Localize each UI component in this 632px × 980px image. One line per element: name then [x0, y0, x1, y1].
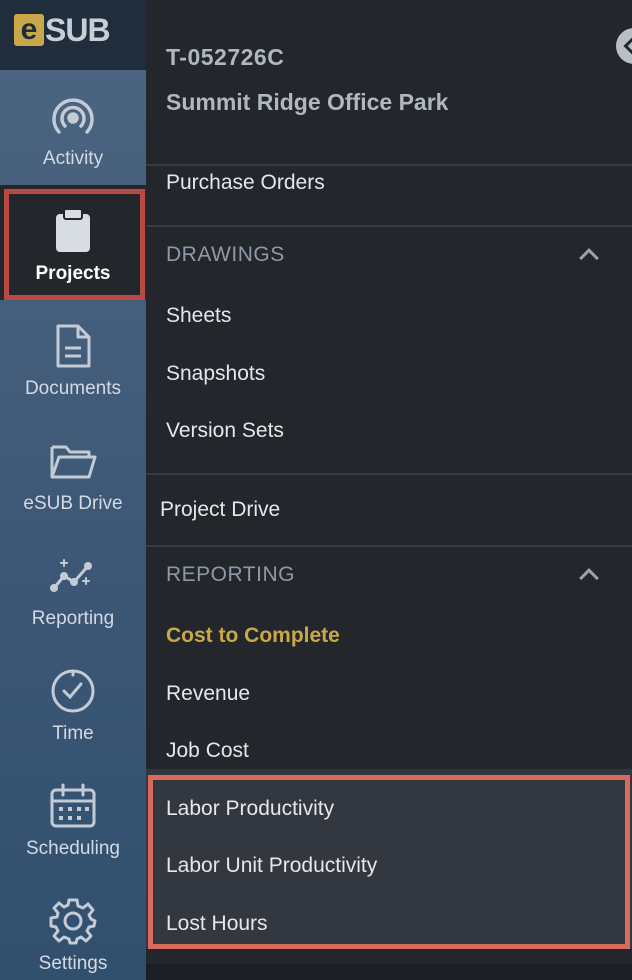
nav-item-esub-drive[interactable]: eSUB Drive — [0, 415, 146, 530]
menu-link-cost-to-complete[interactable]: Cost to Complete — [166, 624, 340, 648]
project-name: Summit Ridge Office Park — [166, 89, 449, 115]
nav-item-time[interactable]: Time — [0, 645, 146, 760]
nav-label-scheduling: Scheduling — [25, 838, 121, 859]
divider — [146, 225, 632, 227]
clipboard-icon — [49, 207, 97, 255]
calendar-icon — [49, 782, 97, 830]
gear-icon — [49, 897, 97, 945]
labor-reports-group: Labor Productivity Labor Unit Productivi… — [146, 769, 632, 949]
menu-link-purchase-orders[interactable]: Purchase Orders — [166, 171, 325, 195]
divider — [146, 545, 632, 547]
section-heading-reporting[interactable]: REPORTING — [166, 563, 295, 587]
menu-link-revenue[interactable]: Revenue — [166, 682, 250, 706]
collapse-panel-button[interactable] — [616, 28, 632, 64]
nav-item-projects[interactable]: Projects — [0, 185, 146, 300]
menu-link-job-cost[interactable]: Job Cost — [166, 739, 249, 763]
divider — [146, 164, 632, 166]
menu-link-sheets[interactable]: Sheets — [166, 304, 231, 328]
left-nav-rail: e SUB Activity Projects Documents eSUB D… — [0, 0, 146, 980]
panel-bottom-strip — [146, 964, 632, 980]
nav-label-settings: Settings — [38, 953, 108, 974]
reporting-icon — [49, 552, 97, 600]
section-heading-drawings[interactable]: DRAWINGS — [166, 243, 285, 267]
divider — [146, 473, 632, 475]
nav-label-activity: Activity — [42, 148, 104, 169]
nav-item-settings[interactable]: Settings — [0, 875, 146, 980]
nav-item-activity[interactable]: Activity — [0, 70, 146, 185]
nav-item-documents[interactable]: Documents — [0, 300, 146, 415]
menu-link-labor-productivity[interactable]: Labor Productivity — [166, 797, 334, 821]
nav-label-projects: Projects — [35, 263, 111, 284]
activity-icon — [49, 92, 97, 140]
esub-logo[interactable]: e SUB — [14, 12, 111, 48]
project-id: T-052726C — [166, 44, 285, 70]
nav-item-scheduling[interactable]: Scheduling — [0, 760, 146, 875]
document-icon — [49, 322, 97, 370]
folder-icon — [49, 437, 97, 485]
nav-label-time: Time — [52, 723, 94, 744]
nav-label-reporting: Reporting — [31, 608, 115, 629]
menu-link-snapshots[interactable]: Snapshots — [166, 362, 265, 386]
nav-item-reporting[interactable]: Reporting — [0, 530, 146, 645]
logo-bar: e SUB — [0, 0, 146, 70]
project-menu-panel: T-052726C Summit Ridge Office Park Purch… — [146, 0, 632, 980]
nav-label-documents: Documents — [24, 378, 122, 399]
chevron-up-icon[interactable] — [579, 568, 599, 588]
chevron-up-icon[interactable] — [579, 248, 599, 268]
menu-link-version-sets[interactable]: Version Sets — [166, 419, 284, 443]
clock-icon — [49, 667, 97, 715]
logo-text: SUB — [45, 12, 111, 48]
menu-link-lost-hours[interactable]: Lost Hours — [166, 912, 268, 936]
nav-label-esub-drive: eSUB Drive — [23, 493, 123, 514]
logo-letter: e — [14, 14, 44, 46]
menu-link-project-drive[interactable]: Project Drive — [160, 498, 280, 522]
menu-link-labor-unit-productivity[interactable]: Labor Unit Productivity — [166, 854, 377, 878]
